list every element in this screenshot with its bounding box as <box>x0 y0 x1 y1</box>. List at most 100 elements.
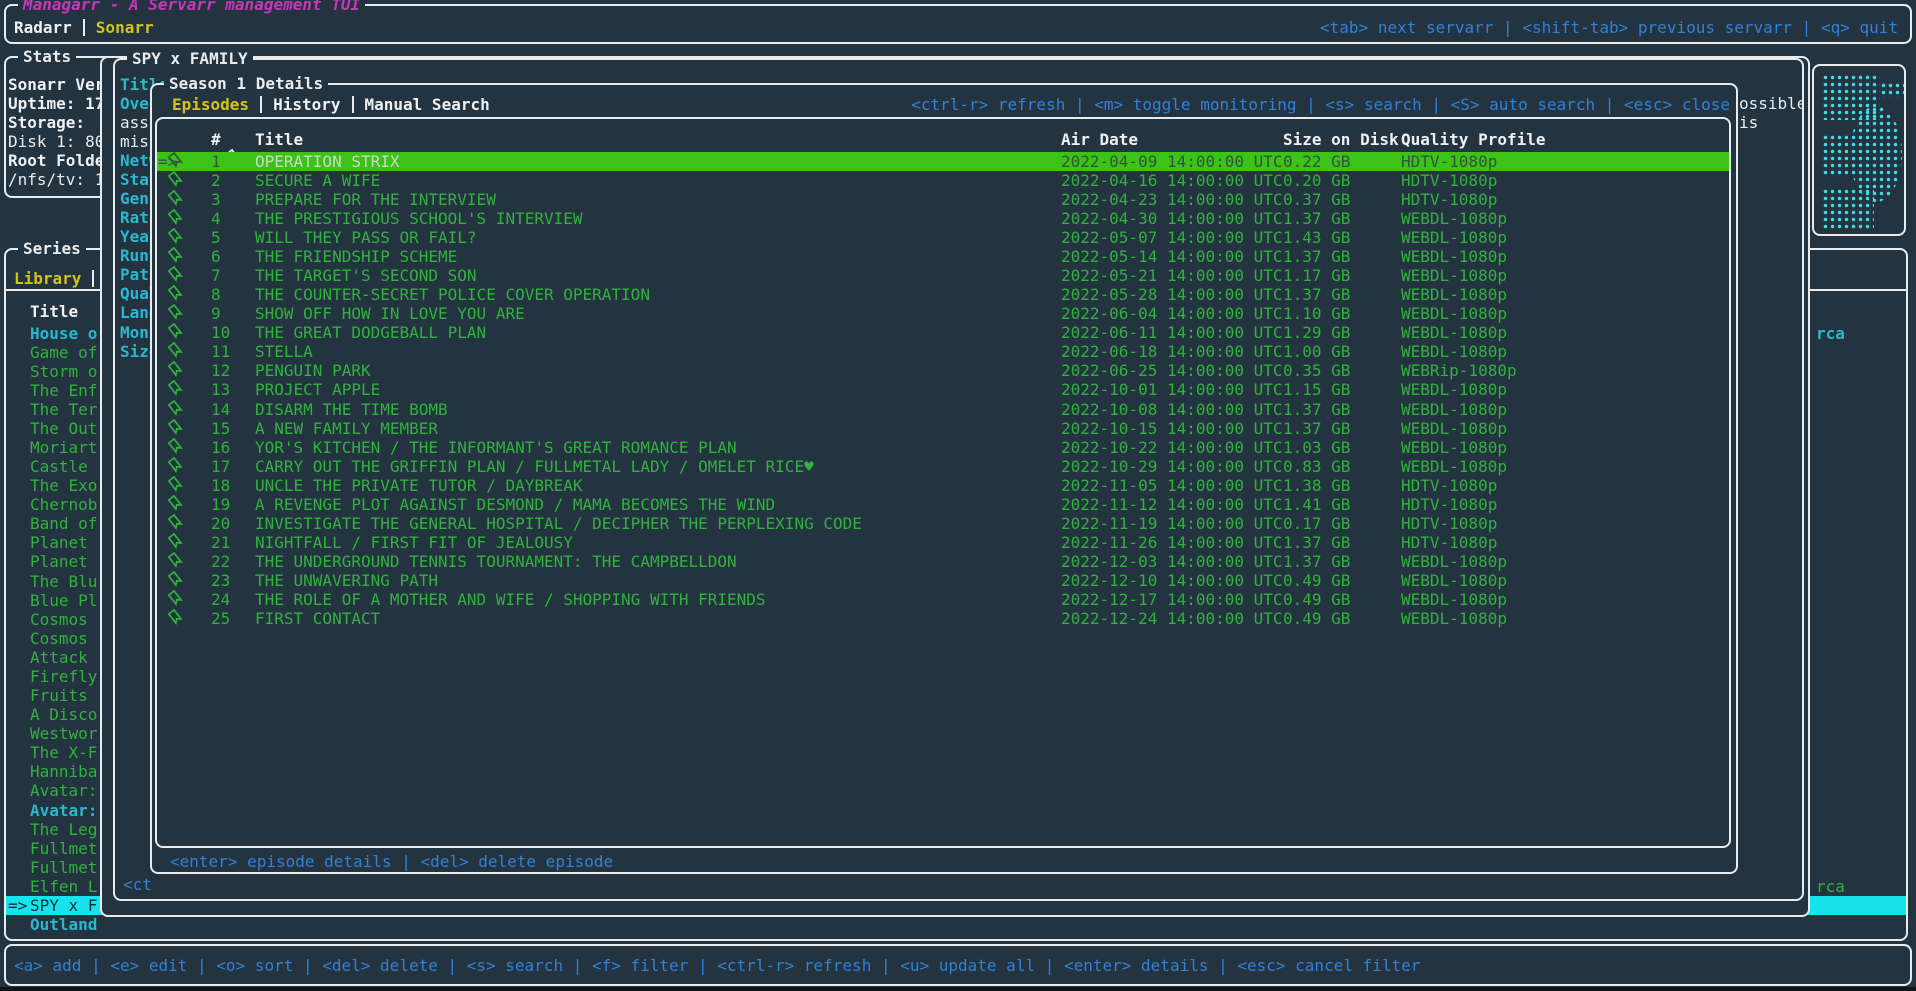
series-list-item[interactable]: Storm o <box>30 362 97 381</box>
series-list-item[interactable]: Fullmet <box>30 839 97 858</box>
episode-number: 25 <box>211 609 230 628</box>
episode-size: 0.22 GB <box>1283 152 1350 171</box>
series-list-item[interactable]: Fullmet <box>30 858 97 877</box>
monitored-icon <box>170 152 183 171</box>
series-list-item[interactable]: Fruits <box>30 686 88 705</box>
episode-quality: HDTV-1080p <box>1401 514 1497 533</box>
episode-row[interactable]: 9SHOW OFF HOW IN LOVE YOU ARE2022-06-04 … <box>157 304 1729 323</box>
series-list-item[interactable]: The Exo <box>30 476 97 495</box>
episode-title: CARRY OUT THE GRIFFIN PLAN / FULLMETAL L… <box>255 457 814 476</box>
series-list-item[interactable]: Avatar: <box>30 781 97 800</box>
series-list-item[interactable]: Blue Pl <box>30 591 97 610</box>
series-list-item[interactable]: Avatar: <box>30 801 97 820</box>
episode-row[interactable]: 2SECURE A WIFE2022-04-16 14:00:00 UTC0.2… <box>157 171 1729 190</box>
series-list-item[interactable]: A Disco <box>30 705 97 724</box>
episode-row[interactable]: 3PREPARE FOR THE INTERVIEW2022-04-23 14:… <box>157 190 1729 209</box>
tab-history[interactable]: History <box>273 95 340 114</box>
series-list-item[interactable]: The Blu <box>30 572 97 591</box>
episode-title: THE UNWAVERING PATH <box>255 571 438 590</box>
episode-size: 0.17 GB <box>1283 514 1350 533</box>
series-list-item[interactable]: The Leg <box>30 820 97 839</box>
selection-marker: => <box>8 896 27 915</box>
episode-title: YOR'S KITCHEN / THE INFORMANT'S GREAT RO… <box>255 438 737 457</box>
series-list-item[interactable]: Chernob <box>30 495 97 514</box>
episode-row[interactable]: 6THE FRIENDSHIP SCHEME2022-05-14 14:00:0… <box>157 247 1729 266</box>
episode-number: 24 <box>211 590 230 609</box>
episode-row[interactable]: 25FIRST CONTACT2022-12-24 14:00:00 UTC0.… <box>157 609 1729 628</box>
episode-quality: WEBDL-1080p <box>1401 380 1507 399</box>
episode-row[interactable]: 17CARRY OUT THE GRIFFIN PLAN / FULLMETAL… <box>157 457 1729 476</box>
season-tabs: Episodes History Manual Search <box>172 95 490 114</box>
col-header-air-date: Air Date <box>1061 130 1138 149</box>
episode-quality: WEBDL-1080p <box>1401 400 1507 419</box>
monitored-icon <box>170 400 183 419</box>
episode-air-date: 2022-06-25 14:00:00 UTC <box>1061 361 1283 380</box>
episode-quality: HDTV-1080p <box>1401 171 1497 190</box>
series-list-item[interactable]: Moriart <box>30 438 97 457</box>
tab-sonarr[interactable]: Sonarr <box>96 18 154 37</box>
episode-row[interactable]: 12PENGUIN PARK2022-06-25 14:00:00 UTC0.3… <box>157 361 1729 380</box>
monitored-icon <box>170 438 183 457</box>
episode-row[interactable]: 5WILL THEY PASS OR FAIL?2022-05-07 14:00… <box>157 228 1729 247</box>
series-list-item[interactable]: Cosmos <box>30 629 88 648</box>
tab-manual-search[interactable]: Manual Search <box>365 95 490 114</box>
tab-separator <box>92 270 94 287</box>
series-list-item[interactable]: House o <box>30 324 97 343</box>
servarr-keybinds: <tab> next servarr | <shift-tab> previou… <box>1320 18 1898 37</box>
episode-row[interactable]: 21NIGHTFALL / FIRST FIT OF JEALOUSY2022-… <box>157 533 1729 552</box>
series-panel-title: Series <box>18 239 86 258</box>
series-list-item[interactable]: Westwor <box>30 724 97 743</box>
tab-radarr[interactable]: Radarr <box>14 18 72 37</box>
episode-quality: WEBDL-1080p <box>1401 342 1507 361</box>
episode-row[interactable]: 20INVESTIGATE THE GENERAL HOSPITAL / DEC… <box>157 514 1729 533</box>
episode-row[interactable]: 19A REVENGE PLOT AGAINST DESMOND / MAMA … <box>157 495 1729 514</box>
series-list-item[interactable]: Game of <box>30 343 97 362</box>
episode-row[interactable]: 16YOR'S KITCHEN / THE INFORMANT'S GREAT … <box>157 438 1729 457</box>
episode-title: STELLA <box>255 342 313 361</box>
episode-title: FIRST CONTACT <box>255 609 380 628</box>
episode-air-date: 2022-12-10 14:00:00 UTC <box>1061 571 1283 590</box>
series-list-item[interactable]: Hanniba <box>30 762 97 781</box>
series-list-item[interactable]: Attack <box>30 648 88 667</box>
episode-row[interactable]: 22THE UNDERGROUND TENNIS TOURNAMENT: THE… <box>157 552 1729 571</box>
series-list-item[interactable]: Castle <box>30 457 88 476</box>
episode-air-date: 2022-11-19 14:00:00 UTC <box>1061 514 1283 533</box>
series-list-item[interactable]: Planet <box>30 533 88 552</box>
series-list-item[interactable]: The Out <box>30 419 97 438</box>
window-edge <box>0 987 1916 991</box>
episode-air-date: 2022-05-14 14:00:00 UTC <box>1061 247 1283 266</box>
episode-row[interactable]: 23THE UNWAVERING PATH2022-12-10 14:00:00… <box>157 571 1729 590</box>
series-list-item[interactable]: Band of <box>30 514 97 533</box>
monitored-icon <box>170 590 183 609</box>
series-list-item[interactable]: Cosmos <box>30 610 88 629</box>
episode-number: 22 <box>211 552 230 571</box>
episode-row[interactable]: 10THE GREAT DODGEBALL PLAN2022-06-11 14:… <box>157 323 1729 342</box>
series-list-item[interactable]: Outland <box>30 915 97 934</box>
episode-row[interactable]: =>1OPERATION STRIX2022-04-09 14:00:00 UT… <box>157 152 1729 171</box>
episode-title: A NEW FAMILY MEMBER <box>255 419 438 438</box>
episode-row[interactable]: 15A NEW FAMILY MEMBER2022-10-15 14:00:00… <box>157 419 1729 438</box>
episode-row[interactable]: 11STELLA2022-06-18 14:00:00 UTC1.00 GBWE… <box>157 342 1729 361</box>
episode-row[interactable]: 18UNCLE THE PRIVATE TUTOR / DAYBREAK2022… <box>157 476 1729 495</box>
episode-air-date: 2022-12-24 14:00:00 UTC <box>1061 609 1283 628</box>
series-list-item[interactable]: The Ter <box>30 400 97 419</box>
episode-title: THE FRIENDSHIP SCHEME <box>255 247 457 266</box>
episode-row[interactable]: 7THE TARGET'S SECOND SON2022-05-21 14:00… <box>157 266 1729 285</box>
series-list-item[interactable]: Firefly <box>30 667 97 686</box>
episode-air-date: 2022-11-26 14:00:00 UTC <box>1061 533 1283 552</box>
episode-size: 1.03 GB <box>1283 438 1350 457</box>
tab-library[interactable]: Library <box>14 269 81 288</box>
episode-row[interactable]: 4THE PRESTIGIOUS SCHOOL'S INTERVIEW2022-… <box>157 209 1729 228</box>
series-list-item[interactable]: The Enf <box>30 381 97 400</box>
episode-row[interactable]: 14DISARM THE TIME BOMB2022-10-08 14:00:0… <box>157 400 1729 419</box>
series-list-item[interactable]: Elfen L <box>30 877 97 896</box>
series-list-item[interactable]: The X-F <box>30 743 97 762</box>
episode-title: A REVENGE PLOT AGAINST DESMOND / MAMA BE… <box>255 495 775 514</box>
series-list-item[interactable]: Planet <box>30 552 88 571</box>
episode-number: 10 <box>211 323 230 342</box>
tab-episodes[interactable]: Episodes <box>172 95 249 114</box>
episode-row[interactable]: 24THE ROLE OF A MOTHER AND WIFE / SHOPPI… <box>157 590 1729 609</box>
servarr-tabs: Radarr Sonarr <box>14 18 154 37</box>
episode-row[interactable]: 13PROJECT APPLE2022-10-01 14:00:00 UTC1.… <box>157 380 1729 399</box>
episode-row[interactable]: 8THE COUNTER-SECRET POLICE COVER OPERATI… <box>157 285 1729 304</box>
